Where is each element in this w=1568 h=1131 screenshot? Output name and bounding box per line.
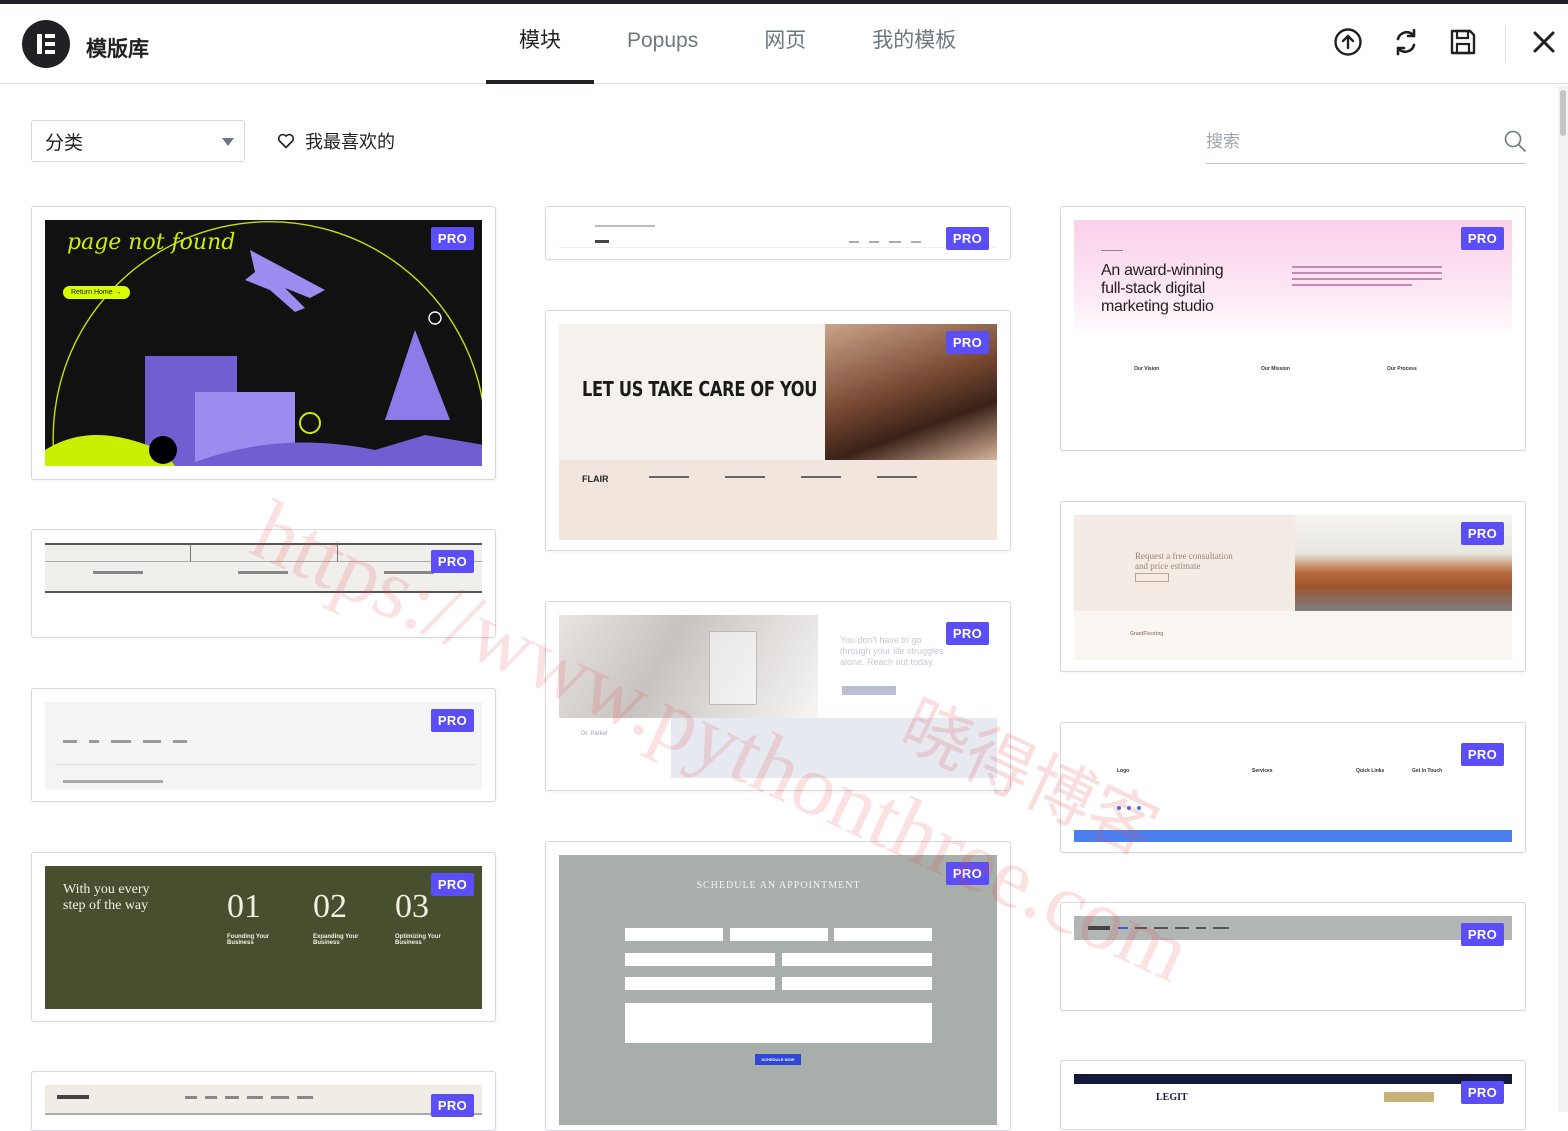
card-steps-num-3: 03	[395, 888, 429, 925]
page-title: 模版库	[86, 38, 149, 61]
template-card-business-steps[interactable]: With you every step of the way 01 02 03 …	[31, 852, 496, 1022]
category-label: 分类	[45, 132, 84, 154]
card-legit-logo: LEGIT	[1156, 1092, 1188, 1103]
card-therapist-line-2: through your life struggles	[840, 646, 944, 656]
template-thumbnail: LEGIT	[1074, 1074, 1512, 1114]
card-flooring-line-2: and price estimate	[1135, 561, 1201, 571]
template-thumbnail	[1074, 916, 1512, 940]
scrollbar-thumb[interactable]	[1560, 90, 1566, 136]
scrollbar[interactable]	[1558, 86, 1568, 1112]
card-links-col-2: Quick Links	[1356, 768, 1385, 774]
template-thumbnail: You don't have to go through your life s…	[559, 615, 997, 778]
template-thumbnail	[45, 1085, 482, 1115]
template-card-footer-contact[interactable]: PRO	[31, 529, 496, 638]
card-salon-heading: LET US TAKE CARE OF YOU	[582, 377, 818, 402]
template-card-404[interactable]: page not found Return Home → PRO	[31, 206, 496, 480]
pro-badge: PRO	[1460, 743, 1504, 766]
template-card-beauty-salon[interactable]: LET US TAKE CARE OF YOU FLAIR PRO	[545, 310, 1011, 551]
template-thumbnail: Request a free consultation and price es…	[1074, 515, 1512, 660]
card-links-col-1: Services	[1252, 768, 1273, 774]
card-steps-label-3: Optimizing Your Business	[395, 934, 441, 946]
pro-badge: PRO	[945, 331, 989, 354]
heart-icon	[277, 133, 295, 149]
template-thumbnail: page not found Return Home →	[45, 220, 482, 466]
card-studio-col-3: Our Process	[1387, 366, 1417, 372]
template-thumbnail	[45, 702, 482, 790]
pro-badge: PRO	[430, 709, 474, 732]
caret-down-icon	[222, 138, 234, 146]
card-appointment-heading: SCHEDULE AN APPOINTMENT	[696, 880, 861, 891]
favorites-filter[interactable]: 我最喜欢的	[277, 128, 395, 154]
card-steps-heading-2: step of the way	[63, 898, 149, 913]
pro-badge: PRO	[945, 622, 989, 645]
template-thumbnail: With you every step of the way 01 02 03 …	[45, 866, 482, 1009]
template-card-footer-simple[interactable]: PRO	[31, 688, 496, 802]
template-card-therapist[interactable]: You don't have to go through your life s…	[545, 601, 1011, 791]
template-thumbnail	[559, 220, 997, 248]
search-input[interactable]	[1206, 122, 1486, 162]
elementor-logo-icon	[22, 20, 70, 68]
save-icon[interactable]	[1447, 26, 1479, 58]
card-404-title: page not found	[67, 230, 236, 255]
pro-badge: PRO	[430, 550, 474, 573]
card-steps-label-2: Expanding Your Business	[313, 934, 359, 946]
template-card-legit-header[interactable]: LEGIT PRO	[1060, 1060, 1526, 1130]
header-divider	[1505, 26, 1506, 62]
template-card-appointment[interactable]: SCHEDULE AN APPOINTMENT SCHEDULE NOW PRO	[545, 841, 1011, 1131]
card-studio-line-3: marketing studio	[1101, 298, 1214, 315]
card-links-logo: Logo	[1117, 768, 1130, 774]
template-card-flooring[interactable]: Request a free consultation and price es…	[1060, 501, 1526, 672]
search-box	[1206, 122, 1526, 164]
card-appointment-button: SCHEDULE NOW	[755, 1054, 801, 1065]
card-therapist-name: Dr. Parker	[581, 731, 609, 737]
template-card-header-logo[interactable]: PRO	[545, 206, 1011, 260]
card-steps-heading-1: With you every	[63, 882, 150, 897]
card-steps-num-1: 01	[227, 888, 261, 925]
search-icon[interactable]	[1504, 130, 1526, 152]
template-card-footer-links[interactable]: Logo Services Quick Links Get In Touch P…	[1060, 722, 1526, 853]
close-icon[interactable]	[1528, 26, 1560, 58]
card-therapist-line-1: You don't have to go	[840, 635, 922, 645]
sync-icon[interactable]	[1390, 26, 1422, 58]
template-thumbnail	[45, 543, 482, 593]
pro-badge: PRO	[430, 227, 474, 250]
tab-popups[interactable]: Popups	[594, 4, 731, 84]
template-thumbnail: SCHEDULE AN APPOINTMENT SCHEDULE NOW	[559, 855, 997, 1125]
template-thumbnail: Logo Services Quick Links Get In Touch	[1074, 736, 1512, 842]
template-card-marketing-studio[interactable]: An award-winning full-stack digital mark…	[1060, 206, 1526, 451]
card-404-button: Return Home →	[63, 286, 130, 299]
card-studio-col-1: Our Vision	[1134, 366, 1160, 372]
template-thumbnail: LET US TAKE CARE OF YOU FLAIR	[559, 324, 997, 540]
pro-badge: PRO	[945, 862, 989, 885]
library-header: 模版库 模块 Popups 网页 我的模板	[0, 4, 1568, 84]
pro-badge: PRO	[1460, 1081, 1504, 1104]
card-salon-brand: FLAIR	[582, 474, 609, 484]
card-therapist-line-3: alone. Reach out today.	[840, 657, 935, 667]
pro-badge: PRO	[430, 873, 474, 896]
water-glass-image	[559, 615, 818, 718]
card-studio-line-2: full-stack digital	[1101, 280, 1205, 297]
card-links-col-3: Get In Touch	[1412, 768, 1443, 774]
upload-icon[interactable]	[1332, 26, 1364, 58]
tab-blocks[interactable]: 模块	[486, 4, 594, 84]
card-flooring-brand: GrantFlooring	[1130, 631, 1164, 637]
tab-bar: 模块 Popups 网页 我的模板	[486, 4, 989, 84]
template-card-nav-bar[interactable]: PRO	[1060, 902, 1526, 1011]
card-studio-line-1: An award-winning	[1101, 262, 1224, 279]
pro-badge: PRO	[1460, 923, 1504, 946]
favorites-label: 我最喜欢的	[305, 132, 395, 152]
category-select[interactable]: 分类	[31, 120, 245, 162]
card-steps-num-2: 02	[313, 888, 347, 925]
card-steps-label-1: Founding Your Business	[227, 934, 270, 946]
card-studio-col-2: Our Mission	[1261, 366, 1290, 372]
template-thumbnail: An award-winning full-stack digital mark…	[1074, 220, 1512, 438]
pro-badge: PRO	[1460, 227, 1504, 250]
pro-badge: PRO	[1460, 522, 1504, 545]
tab-pages[interactable]: 网页	[731, 4, 839, 84]
pro-badge: PRO	[430, 1094, 474, 1117]
pro-badge: PRO	[945, 227, 989, 250]
template-card-header-nav[interactable]: PRO	[31, 1071, 496, 1131]
tab-my-templates[interactable]: 我的模板	[839, 4, 989, 84]
card-flooring-line-1: Request a free consultation	[1135, 551, 1233, 561]
